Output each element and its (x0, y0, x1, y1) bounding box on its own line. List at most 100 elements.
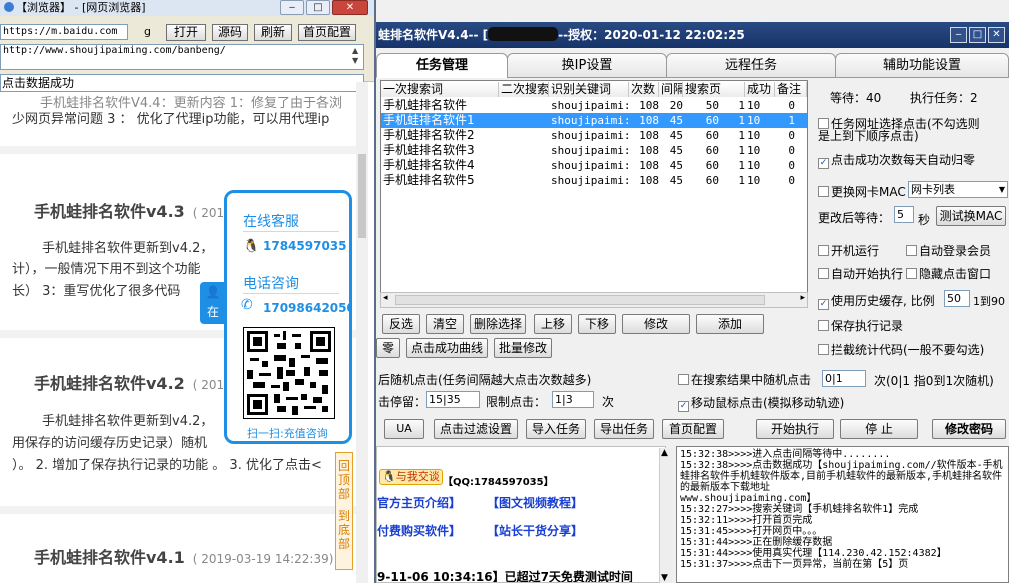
grid-header-cell[interactable]: 成功 (745, 82, 775, 97)
ua-button[interactable]: UA (384, 419, 424, 439)
move-down-button[interactable]: 下移 (578, 314, 616, 334)
start-button[interactable]: 开始执行 (756, 419, 834, 439)
tab-aux-settings[interactable]: 辅助功能设置 (835, 53, 1009, 78)
grid-header-cell[interactable]: 间隔 (659, 82, 683, 97)
checkbox-unchecked[interactable] (818, 344, 829, 355)
info-scrollbar[interactable]: ▲ ▼ (659, 448, 672, 583)
opt-change-mac[interactable]: 更换网卡MAC (818, 183, 906, 200)
source-button[interactable]: 源码 (212, 24, 248, 41)
opt-reset-daily[interactable]: ✓ 点击成功次数每天自动归零 (818, 151, 975, 169)
video-tutorial-link[interactable]: 【图文视频教程】 (487, 494, 583, 511)
qq-chat-badge[interactable]: 🐧与我交谈 (379, 469, 443, 485)
search-random-option[interactable]: 在搜索结果中随机点击 (678, 371, 811, 388)
checkbox-unchecked[interactable] (818, 118, 829, 129)
opt-save-log[interactable]: 保存执行记录 (818, 317, 903, 334)
checkbox-checked-icon[interactable]: ✓ (678, 401, 689, 412)
scroll-left-icon[interactable]: ◂ (383, 293, 388, 303)
maximize-button[interactable]: □ (306, 0, 330, 15)
checkbox-unchecked[interactable] (818, 268, 829, 279)
change-password-button[interactable]: 修改密码 (932, 419, 1006, 439)
checkbox-checked-icon[interactable]: ✓ (818, 158, 829, 169)
grid-header-cell[interactable]: 一次搜索词 (381, 82, 499, 97)
table-row[interactable]: 手机蛙排名软件2 shoujipaimi: 108 45 60 1 10 0 (381, 128, 807, 143)
table-row[interactable]: 手机蛙排名软件1 shoujipaimi: 108 45 60 1 10 1 (381, 113, 807, 128)
history-ratio-input[interactable]: 50 (944, 290, 970, 307)
checkbox-unchecked[interactable] (818, 245, 829, 256)
refresh-button[interactable]: 刷新 (254, 24, 292, 41)
tab-task-management[interactable]: 任务管理 (376, 53, 508, 78)
back-to-top-button[interactable]: 回顶部 到底部 (335, 452, 353, 570)
browser-vertical-scrollbar[interactable] (356, 82, 368, 583)
checkbox-unchecked[interactable] (906, 268, 917, 279)
grid-header-cell[interactable]: 搜索页 (683, 82, 745, 97)
opt-block-stat[interactable]: 拦截统计代码(一般不要勾选) (818, 341, 984, 358)
qr-scan-link[interactable]: 扫一扫:充值咨询 (247, 425, 328, 441)
home-config-button[interactable]: 首页配置 (298, 24, 356, 41)
wait-after-input[interactable]: 5 (894, 206, 914, 223)
grid-header-cell[interactable]: 备注 (775, 82, 807, 97)
official-homepage-link[interactable]: 官方主页介绍】 (377, 494, 461, 511)
search-random-input[interactable]: 0|1 (822, 370, 866, 387)
scroll-up-icon[interactable]: ▲ (661, 448, 668, 458)
kefu-side-tab[interactable]: 👤 在 (200, 282, 226, 324)
edit-button[interactable]: 修改 (622, 314, 690, 334)
delete-selected-button[interactable]: 删除选择 (470, 314, 526, 334)
buy-software-link[interactable]: 付费购买软件】 (377, 522, 461, 539)
url-scroll-arrows-icon[interactable]: ▲ ▼ (352, 46, 362, 68)
scroll-down-icon[interactable]: ▼ (661, 573, 668, 583)
app-maximize-button[interactable]: □ (969, 27, 986, 43)
table-row[interactable]: 手机蛙排名软件 shoujipaimi: 108 20 50 1 10 0 (381, 98, 807, 113)
mac-select-dropdown[interactable]: 网卡列表 ▼ (908, 181, 1008, 198)
tab-ip-settings[interactable]: 换IP设置 (507, 53, 667, 78)
checkbox-unchecked[interactable] (818, 186, 829, 197)
export-tasks-button[interactable]: 导出任务 (594, 419, 654, 439)
grid-header-cell[interactable]: 识别关键词 (549, 82, 629, 97)
minimize-button[interactable]: ‒ (280, 0, 304, 15)
clear-button[interactable]: 清空 (426, 314, 464, 334)
open-button[interactable]: 打开 (166, 24, 206, 41)
opt-select-click[interactable]: 任务网址选择点击(不勾选则是上到下顺序点击) (818, 118, 988, 142)
opt-autologin[interactable]: 自动登录会员 (906, 242, 991, 259)
opt-autorun[interactable]: 开机运行 (818, 242, 879, 259)
click-filter-button[interactable]: 点击过滤设置 (434, 419, 518, 439)
tab-remote-tasks[interactable]: 远程任务 (666, 53, 836, 78)
app-close-button[interactable]: ✕ (988, 27, 1005, 43)
reset-zero-button[interactable]: 零 (376, 338, 400, 358)
url-input-full[interactable]: http://www.shoujipaiming.com/banbeng/ (0, 44, 364, 70)
table-row[interactable]: 手机蛙排名软件4 shoujipaimi: 108 45 60 1 10 0 (381, 158, 807, 173)
checkbox-unchecked[interactable] (906, 245, 917, 256)
webmaster-share-link[interactable]: 【站长干货分享】 (487, 522, 583, 539)
url-input-short[interactable]: https://m.baidu.com (0, 24, 128, 40)
move-up-button[interactable]: 上移 (534, 314, 572, 334)
opt-autostart[interactable]: 自动开始执行 (818, 265, 903, 282)
checkbox-checked-icon[interactable]: ✓ (818, 299, 829, 310)
grid-header-cell[interactable]: 次数 (629, 82, 659, 97)
article-title-v41[interactable]: 手机蛙排名软件v4.1( 2019-03-19 14:22:39) (34, 544, 333, 568)
grid-horizontal-scrollbar[interactable]: ◂ ▸ (380, 292, 808, 308)
success-curve-button[interactable]: 点击成功曲线 (406, 338, 488, 358)
grid-header-cell[interactable]: 二次搜索 (499, 82, 549, 97)
qq-number-link[interactable]: 1784597035 (263, 239, 347, 253)
import-tasks-button[interactable]: 导入任务 (526, 419, 586, 439)
move-mouse-option[interactable]: ✓ 移动鼠标点击(模拟移动轨迹) (678, 394, 844, 412)
test-mac-button[interactable]: 测试换MAC (936, 206, 1006, 226)
app-minimize-button[interactable]: ‒ (950, 27, 967, 43)
add-button[interactable]: 添加 (696, 314, 764, 334)
article-title-v43[interactable]: 手机蛙排名软件v4.3( 201 (34, 198, 224, 222)
stay-time-input[interactable]: 15|35 (426, 391, 480, 408)
article-title-v42[interactable]: 手机蛙排名软件v4.2( 201 (34, 370, 224, 394)
table-row[interactable]: 手机蛙排名软件5 shoujipaimi: 108 45 60 1 10 0 (381, 173, 807, 188)
limit-click-input[interactable]: 1|3 (552, 391, 594, 408)
stop-button[interactable]: 停 止 (840, 419, 918, 439)
invert-select-button[interactable]: 反选 (382, 314, 420, 334)
checkbox-unchecked[interactable] (818, 320, 829, 331)
checkbox-unchecked[interactable] (678, 374, 689, 385)
opt-history[interactable]: ✓ 使用历史缓存, 比例 (818, 292, 935, 310)
opt-hide-click[interactable]: 隐藏点击窗口 (906, 265, 991, 282)
scrollbar-thumb[interactable] (395, 295, 765, 305)
table-row[interactable]: 手机蛙排名软件3 shoujipaimi: 108 45 60 1 10 0 (381, 143, 807, 158)
close-button[interactable]: ✕ (332, 0, 368, 15)
scroll-right-icon[interactable]: ▸ (800, 293, 805, 303)
scrollbar-thumb[interactable] (358, 154, 366, 238)
batch-edit-button[interactable]: 批量修改 (494, 338, 552, 358)
